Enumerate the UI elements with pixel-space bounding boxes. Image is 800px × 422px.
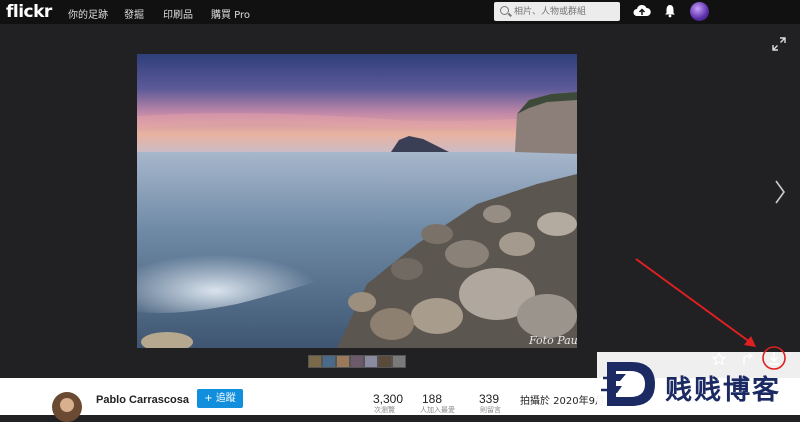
thumbnail[interactable] (364, 355, 378, 368)
follow-button[interactable]: + 追蹤 (197, 389, 243, 408)
thumbnail[interactable] (378, 355, 392, 368)
thumbnail[interactable] (308, 355, 322, 368)
top-navigation-bar: flickr 你的足跡 發掘 印刷品 購買 Pro (0, 0, 800, 24)
views-count: 3,300 (373, 392, 404, 406)
author-avatar[interactable] (52, 392, 82, 422)
user-avatar[interactable] (690, 2, 709, 21)
thumbnail[interactable] (350, 355, 364, 368)
comments-count: 339 (479, 392, 500, 406)
search-input[interactable] (514, 4, 614, 19)
thumbnail[interactable] (392, 355, 406, 368)
main-photo[interactable]: Foto Pau (137, 54, 577, 348)
views-label: 次瀏覽 (374, 406, 395, 414)
photo-signature: Foto Pau (528, 334, 577, 347)
thumbnail[interactable] (336, 355, 350, 368)
next-arrow-icon[interactable] (774, 179, 786, 205)
thumbnail[interactable] (322, 355, 336, 368)
nav-item-get-pro[interactable]: 購買 Pro (211, 6, 250, 21)
faves-count: 188 (422, 392, 443, 406)
flickr-logo[interactable]: flickr (6, 2, 52, 22)
nav-item-prints[interactable]: 印刷品 (163, 6, 193, 21)
fullscreen-icon[interactable] (772, 37, 786, 51)
faves-label: 人加入最愛 (420, 406, 455, 414)
upload-cloud-icon[interactable] (633, 3, 651, 19)
annotation-arrow (635, 258, 786, 370)
comments-label: 則留言 (480, 406, 501, 414)
search-box[interactable] (494, 2, 620, 21)
taken-date: 拍攝於 2020年9月 (520, 396, 605, 407)
nav-item-explore[interactable]: 發掘 (124, 6, 144, 21)
nav-item-you[interactable]: 你的足跡 (68, 6, 108, 21)
notification-bell-icon[interactable] (664, 4, 676, 18)
search-icon[interactable] (500, 6, 509, 15)
author-name[interactable]: Pablo Carrascosa (96, 394, 189, 406)
